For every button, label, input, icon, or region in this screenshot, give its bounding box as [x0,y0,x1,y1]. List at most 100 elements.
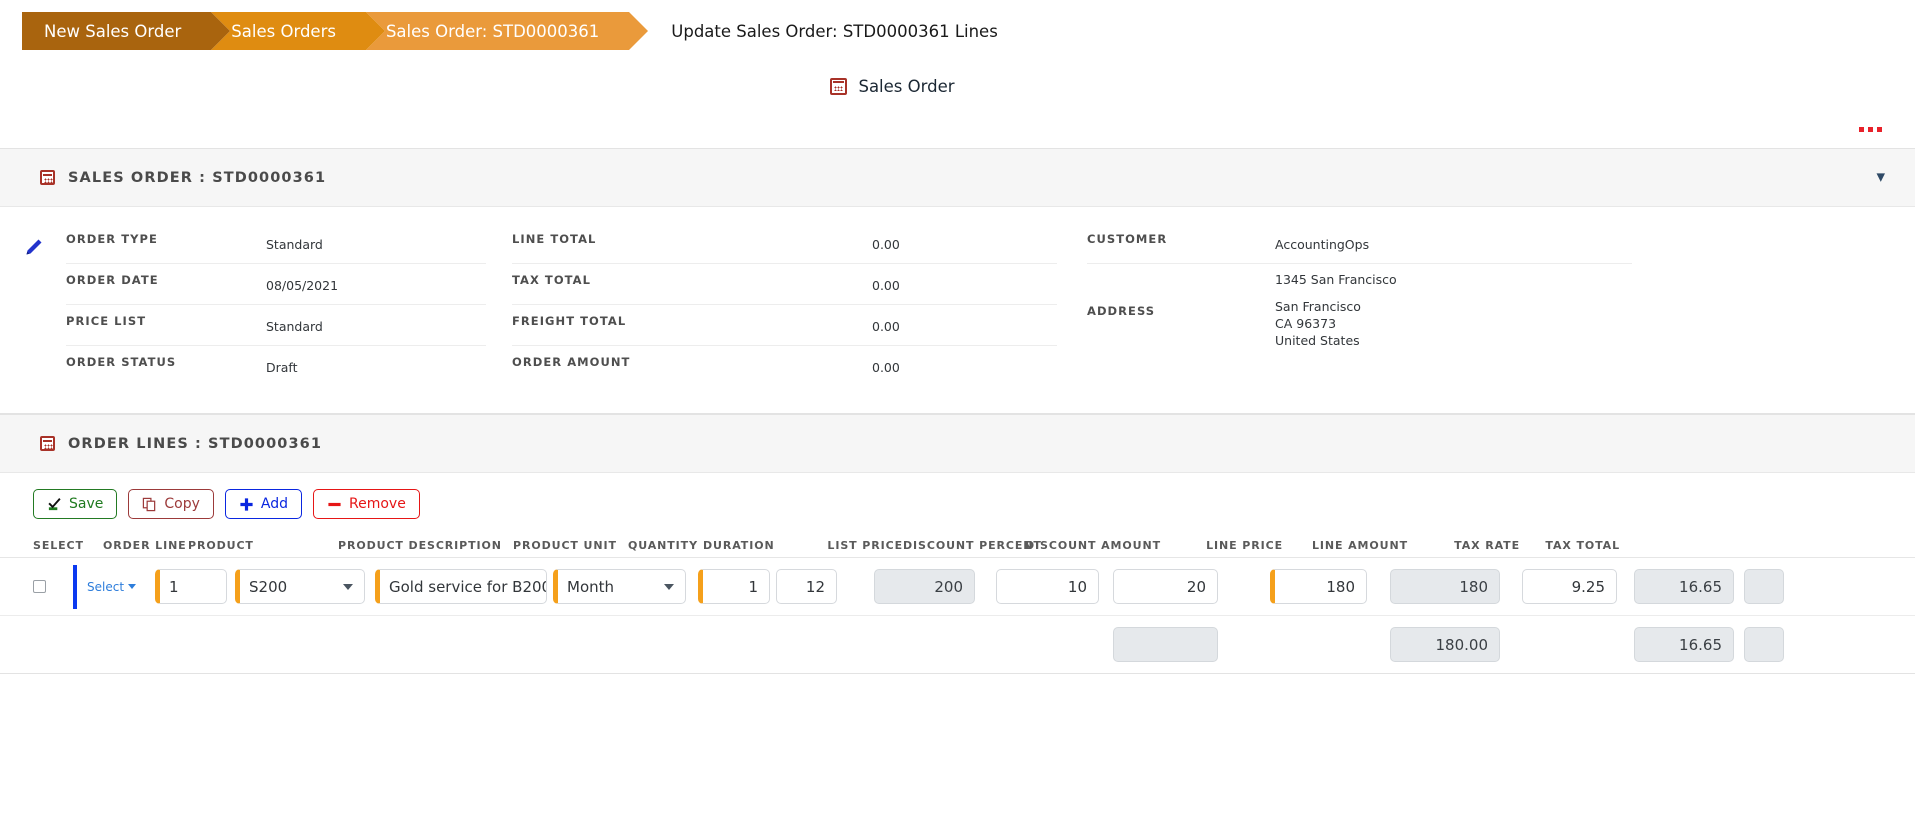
breadcrumb: New Sales Order Sales Orders Sales Order… [22,12,649,50]
breadcrumb-item-new-sales-order[interactable]: New Sales Order [22,12,231,50]
quantity-input[interactable]: 1 [698,569,770,604]
row-indicator [73,564,87,609]
field-label: ADDRESS [1087,304,1156,318]
product-select[interactable]: S200 [235,569,365,604]
plus-icon [240,497,253,511]
col-product-description: PRODUCT DESCRIPTION [338,538,502,552]
product-select-value: S200 [249,577,288,596]
field-value: Draft [266,360,298,375]
field-order-amount: ORDER AMOUNT 0.00 [512,346,1057,387]
cell-line-price: 180 [1270,569,1390,604]
pencil-icon[interactable] [22,237,44,259]
tax-rate-input[interactable]: 9.25 [1522,569,1617,604]
address-street: 1345 San Francisco [1275,272,1397,287]
sales-order-card-title: SALES ORDER : STD0000361 [40,170,326,186]
product-description-input[interactable]: Gold service for B200 [375,569,547,604]
field-address: ADDRESS 1345 San Francisco San Francisco… [1087,264,1632,349]
sales-order-detail-body: ORDER TYPE Standard ORDER DATE 08/05/202… [0,207,1915,413]
field-freight-total: FREIGHT TOTAL 0.00 [512,305,1057,346]
cell-product-unit: Month [553,569,698,604]
field-order-date: ORDER DATE 08/05/2021 [66,264,486,305]
field-value: Standard [266,319,323,334]
field-value: 08/05/2021 [266,278,339,293]
field-value: 0.00 [872,360,900,375]
sales-order-card-header: SALES ORDER : STD0000361 ▾ [0,149,1915,207]
save-button-label: Save [69,496,104,512]
field-value: 0.00 [872,278,900,293]
breadcrumb-item-sales-orders[interactable]: Sales Orders [211,12,385,50]
add-button[interactable]: Add [224,489,302,519]
copy-icon [143,497,156,511]
order-lines-toolbar: Save Copy Add Remove [0,489,1915,533]
col-discount-percent: DISCOUNT PERCENT [903,538,1042,552]
tax-total-input: 16.65 [1634,569,1734,604]
ellipsis-icon[interactable] [1859,126,1882,132]
chevron-down-icon [664,583,674,590]
cell-select-dropdown: Select [87,580,155,594]
line-price-input[interactable]: 180 [1270,569,1367,604]
discount-percent-input[interactable]: 10 [996,569,1099,604]
copy-button[interactable]: Copy [128,489,214,519]
order-lines-title-text: ORDER LINES : STD0000361 [68,435,323,452]
chevron-down-icon[interactable]: ▾ [1876,169,1885,186]
order-info-column: ORDER TYPE Standard ORDER DATE 08/05/202… [66,223,486,387]
cell-order-line: 1 [155,569,235,604]
field-label: ORDER AMOUNT [512,355,631,369]
address-gap [1275,288,1397,298]
cell-quantity: 1 [698,569,776,604]
field-label: ORDER DATE [66,273,159,287]
breadcrumb-item-sales-order-detail[interactable]: Sales Order: STD0000361 [365,12,649,50]
col-order-line: ORDER LINE [103,538,187,552]
col-product: PRODUCT [188,538,254,552]
cell-list-price: 200 [874,569,996,604]
row-checkbox[interactable] [33,580,46,593]
ellipsis-dot [1868,126,1873,132]
row-active-bar [73,564,77,609]
select-dropdown[interactable]: Select [87,580,137,594]
save-button[interactable]: Save [33,489,118,519]
field-label: ORDER TYPE [66,232,158,246]
chevron-down-icon [343,583,353,590]
col-duration: DURATION [703,538,775,552]
ellipsis-dot [1877,126,1882,132]
cell-discount-amount: 20 [1113,569,1270,604]
minus-icon [328,502,341,506]
cell-line-amount: 180 [1390,569,1522,604]
footer-cell-line-amount: 180.00 [1390,627,1522,662]
footer-tax-total: 16.65 [1634,627,1734,662]
duration-input[interactable]: 12 [776,569,837,604]
order-line-input[interactable]: 1 [155,569,227,604]
field-customer: CUSTOMER AccountingOps [1087,223,1632,264]
totals-column: LINE TOTAL 0.00 TAX TOTAL 0.00 FREIGHT T… [512,223,1057,387]
field-label: CUSTOMER [1087,232,1168,246]
cell-duration: 12 [776,569,874,604]
breadcrumb-label: Sales Orders [231,21,336,41]
tab-label: Sales Order [858,76,955,96]
field-label: ORDER STATUS [66,355,177,369]
footer-cell-overflow [1744,627,1784,662]
remove-button[interactable]: Remove [313,489,420,519]
footer-line-amount: 180.00 [1390,627,1500,662]
tab-sales-order[interactable]: Sales Order [830,76,955,96]
field-value: AccountingOps [1275,237,1370,252]
edit-column [0,223,66,387]
field-price-list: PRICE LIST Standard [66,305,486,346]
footer-cell-tax-total: 16.65 [1634,627,1744,662]
line-amount-input: 180 [1390,569,1500,604]
add-button-label: Add [260,496,288,512]
list-price-input: 200 [874,569,975,604]
breadcrumb-bar: New Sales Order Sales Orders Sales Order… [0,0,1915,62]
footer-cell-discount-amount [1113,627,1270,662]
cell-tax-total: 16.65 [1634,569,1744,604]
copy-button-label: Copy [164,496,200,512]
field-value: 0.00 [872,319,900,334]
save-icon [48,497,61,510]
discount-amount-input[interactable]: 20 [1113,569,1218,604]
cell-overflow [1744,569,1784,604]
col-product-unit: PRODUCT UNIT [513,538,617,552]
field-value: Standard [266,237,323,252]
chevron-down-icon [128,584,137,589]
product-unit-select[interactable]: Month [553,569,686,604]
cell-tax-rate: 9.25 [1522,569,1634,604]
address-region: CA 96373 [1275,316,1337,331]
